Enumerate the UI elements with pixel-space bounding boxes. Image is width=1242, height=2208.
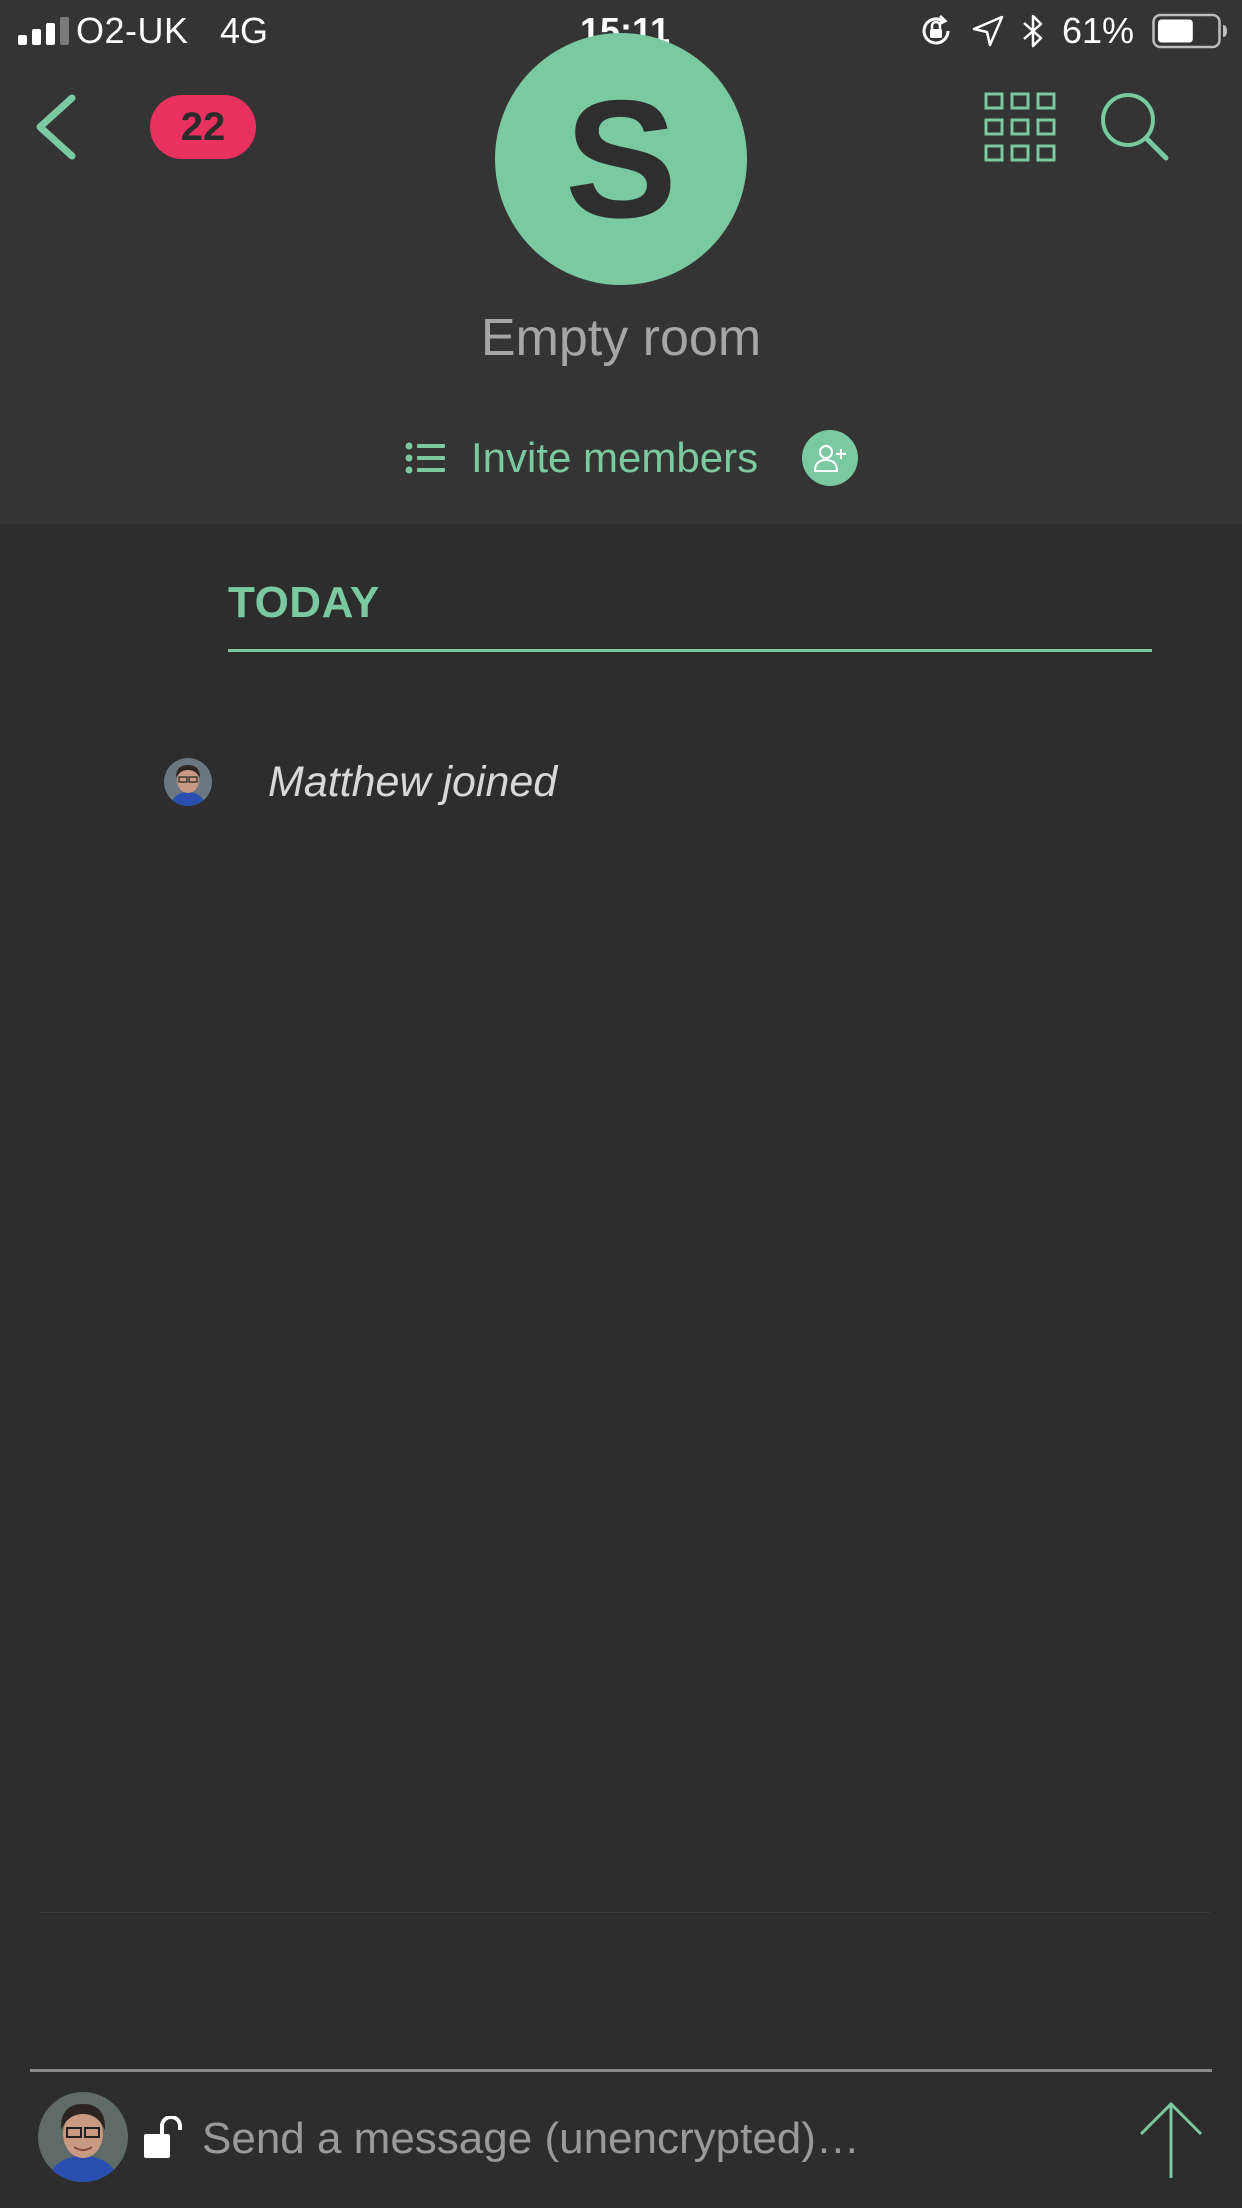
room-header: O2-UK 4G 15:11 61% 22 S Empty room Invit… bbox=[0, 0, 1242, 524]
bluetooth-icon bbox=[1023, 14, 1043, 48]
grid-icon bbox=[984, 92, 1056, 162]
event-text: Matthew joined bbox=[268, 757, 558, 806]
send-button[interactable] bbox=[1138, 2100, 1204, 2180]
user-avatar-image bbox=[164, 758, 212, 806]
location-icon bbox=[972, 15, 1004, 47]
carrier-name: O2-UK bbox=[76, 10, 189, 51]
battery-icon bbox=[1152, 13, 1227, 49]
avatar[interactable] bbox=[164, 758, 212, 806]
composer-divider bbox=[30, 2069, 1212, 2072]
back-button[interactable] bbox=[28, 92, 88, 162]
battery-percentage: 61% bbox=[1061, 10, 1134, 51]
room-name[interactable]: Empty room bbox=[0, 308, 1242, 368]
date-separator: TODAY bbox=[228, 578, 1152, 652]
search-button[interactable] bbox=[1098, 90, 1170, 162]
invite-members-button[interactable]: Invite members bbox=[405, 428, 859, 488]
message-input[interactable] bbox=[202, 2104, 1082, 2174]
divider bbox=[40, 1912, 1210, 1913]
avatar[interactable] bbox=[38, 2092, 128, 2182]
add-person-icon[interactable] bbox=[802, 430, 859, 486]
search-icon bbox=[1101, 93, 1169, 161]
person-plus-icon bbox=[814, 445, 847, 472]
arrow-up-icon bbox=[1139, 2101, 1203, 2178]
invite-members-label: Invite members bbox=[471, 434, 759, 481]
battery-fill bbox=[1158, 19, 1193, 43]
status-icons: 61% bbox=[918, 10, 1228, 52]
signal-strength-icon bbox=[18, 17, 69, 45]
apps-grid-button[interactable] bbox=[984, 92, 1056, 162]
user-avatar-image bbox=[38, 2092, 128, 2182]
list-icon bbox=[405, 442, 445, 474]
unread-count-badge[interactable]: 22 bbox=[150, 95, 256, 159]
network-type: 4G bbox=[220, 10, 269, 51]
chevron-left-icon bbox=[36, 94, 76, 160]
room-avatar[interactable]: S bbox=[495, 33, 747, 285]
date-label: TODAY bbox=[228, 578, 380, 627]
timeline-event[interactable]: Matthew joined bbox=[164, 756, 557, 808]
rotation-lock-icon bbox=[922, 14, 950, 45]
unlocked-padlock-icon bbox=[144, 2116, 182, 2158]
